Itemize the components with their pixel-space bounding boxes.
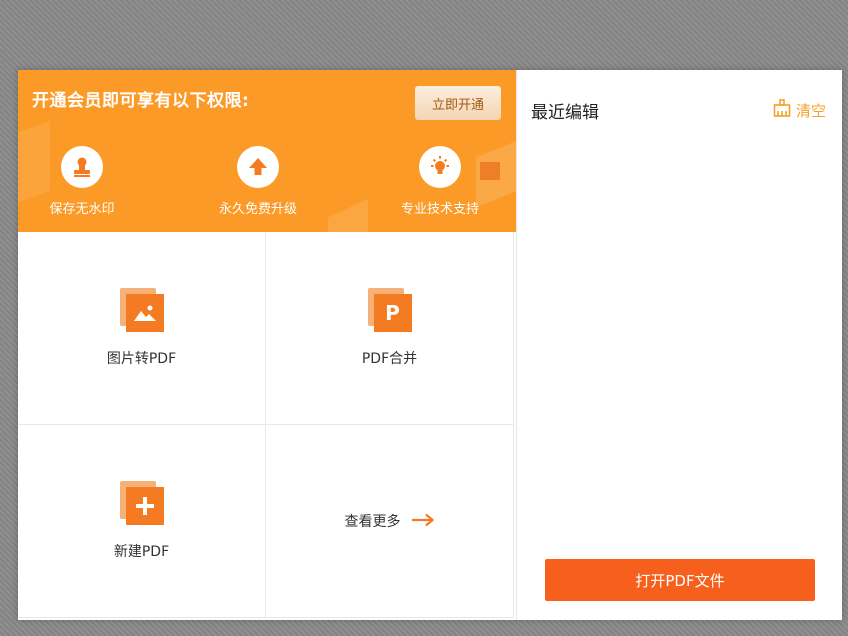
- tool-image-to-pdf[interactable]: 图片转PDF: [18, 232, 266, 425]
- tool-new-pdf[interactable]: 新建PDF: [18, 425, 266, 618]
- stamp-icon: [61, 146, 103, 188]
- arrow-right-icon: [411, 512, 435, 531]
- pdf-merge-glyph: P: [373, 294, 412, 332]
- view-more-row: 查看更多: [345, 511, 435, 531]
- view-more-button[interactable]: 查看更多: [266, 425, 514, 618]
- left-section: 开通会员即可享有以下权限: 立即开通 保存无水印 永久免费升级 专业技术支持 图…: [18, 70, 516, 620]
- new-pdf-icon: [119, 481, 164, 525]
- upgrade-arrow-icon: [237, 146, 279, 188]
- join-membership-button[interactable]: 立即开通: [415, 86, 501, 120]
- lightbulb-icon: [419, 146, 461, 188]
- view-more-label: 查看更多: [344, 514, 401, 530]
- image-to-pdf-icon: [119, 288, 164, 332]
- recent-section: 最近编辑 清空 打开PDF文件: [516, 70, 842, 620]
- tool-label: 图片转PDF: [106, 351, 177, 367]
- banner-title: 开通会员即可享有以下权限:: [32, 91, 250, 111]
- pdf-merge-icon: P: [367, 288, 412, 332]
- tool-label: 新建PDF: [113, 544, 170, 560]
- benefit-label: 永久免费升级: [218, 202, 297, 217]
- tool-pdf-merge[interactable]: P PDF合并: [266, 232, 514, 425]
- clear-recent-button[interactable]: 清空: [772, 98, 826, 122]
- member-panel: 开通会员即可享有以下权限: 立即开通 保存无水印 永久免费升级 专业技术支持 图…: [18, 70, 842, 620]
- broom-icon: [772, 98, 792, 122]
- benefit-label: 保存无水印: [49, 202, 115, 217]
- open-pdf-button[interactable]: 打开PDF文件: [545, 559, 815, 601]
- benefit-label: 专业技术支持: [400, 202, 479, 217]
- clear-label: 清空: [795, 101, 826, 120]
- benefit-tech-support: 专业技术支持: [380, 146, 500, 217]
- benefit-no-watermark: 保存无水印: [22, 146, 142, 217]
- benefit-free-upgrade: 永久免费升级: [198, 146, 318, 217]
- banner-decoration: [328, 198, 368, 232]
- membership-banner: 开通会员即可享有以下权限: 立即开通 保存无水印 永久免费升级 专业技术支持: [18, 70, 516, 232]
- tool-label: PDF合并: [361, 351, 418, 367]
- tool-grid: 图片转PDF P PDF合并 新建PDF 查看更多: [18, 232, 516, 620]
- recent-title: 最近编辑: [531, 103, 599, 123]
